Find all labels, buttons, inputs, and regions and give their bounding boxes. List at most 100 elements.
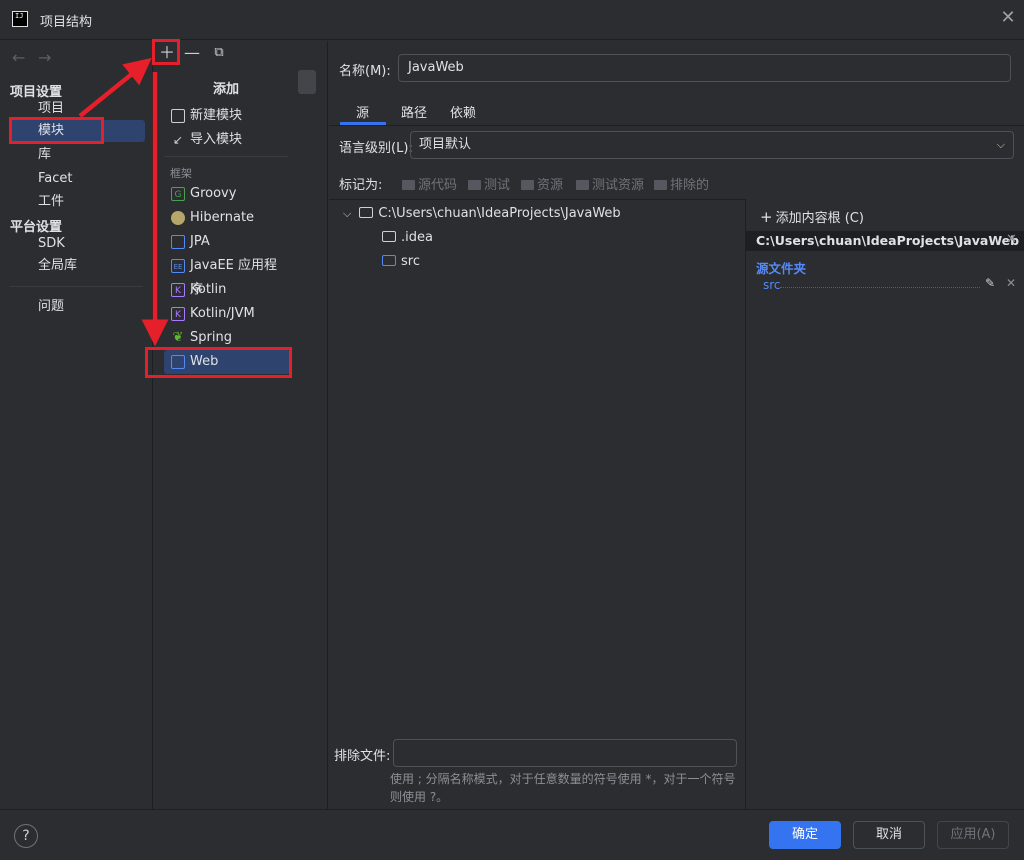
popup-item-javaee[interactable]: EE JavaEE 应用程序 xyxy=(164,254,290,297)
content-root-path: C:\Users\chuan\IdeaProjects\JavaWeb xyxy=(756,233,1020,248)
tree-divider xyxy=(745,199,746,809)
sidebar-item-global-libraries[interactable]: 全局库 xyxy=(10,255,145,277)
popup-item-label: Groovy xyxy=(190,186,237,201)
chevron-down-icon: ⌵ xyxy=(996,138,1005,151)
popup-item-kotlin[interactable]: K Kotlin xyxy=(164,278,290,302)
cancel-button[interactable]: 取消 xyxy=(853,821,925,849)
popup-item-label: JPA xyxy=(190,234,210,249)
mark-sources-button[interactable]: 源代码 xyxy=(402,174,457,193)
folder-icon xyxy=(654,180,667,190)
popup-item-kotlin-jvm[interactable]: K Kotlin/JVM xyxy=(164,302,290,326)
popup-item-groovy[interactable]: G Groovy xyxy=(164,182,290,206)
sidebar-item-facets[interactable]: Facet xyxy=(10,168,145,190)
popup-item-label: 导入模块 xyxy=(190,132,243,147)
tree-item-label: src xyxy=(401,254,420,269)
folder-tree xyxy=(329,199,745,729)
exclude-files-hint: 使用 ; 分隔名称模式，对于任意数量的符号使用 *，对于一个符号则使用 ?。 xyxy=(390,772,736,804)
folder-icon xyxy=(402,180,415,190)
remove-icon[interactable]: ✕ xyxy=(1006,276,1016,290)
exclude-files-input[interactable] xyxy=(393,739,737,767)
mark-test-resources-button[interactable]: 测试资源 xyxy=(576,174,644,193)
spring-icon: ❦ xyxy=(172,330,184,345)
mark-button-label: 测试 xyxy=(484,178,511,193)
language-level-select[interactable]: 项目默认 ⌵ xyxy=(410,131,1014,159)
kotlin-icon: K xyxy=(171,283,185,297)
close-icon[interactable]: ✕ xyxy=(1006,232,1017,247)
popup-item-import-module[interactable]: ↙ 导入模块 xyxy=(164,128,290,152)
popup-item-jpa[interactable]: JPA xyxy=(164,230,290,254)
add-popup-title: 添加 xyxy=(213,82,240,97)
hibernate-icon xyxy=(171,211,185,225)
tab-paths[interactable]: 路径 xyxy=(401,102,427,124)
language-level-value: 项目默认 xyxy=(419,137,472,152)
minus-icon[interactable]: — xyxy=(182,44,202,62)
window-title: 项目结构 xyxy=(40,15,93,30)
tree-item-src[interactable]: src xyxy=(382,251,420,273)
ok-button[interactable]: 确定 xyxy=(769,821,841,849)
module-name-label: 名称(M): xyxy=(339,64,391,79)
language-level-label: 语言级别(L): xyxy=(339,141,413,156)
mark-tests-button[interactable]: 测试 xyxy=(468,174,510,193)
folder-icon xyxy=(576,180,589,190)
groovy-icon: G xyxy=(171,187,185,201)
tree-item-label: .idea xyxy=(401,230,433,245)
arrow-left-icon[interactable]: ← xyxy=(12,48,25,67)
folder-icon xyxy=(359,207,374,218)
tree-root-row[interactable]: ⌵ C:\Users\chuan\IdeaProjects\JavaWeb xyxy=(343,203,621,225)
mark-button-label: 资源 xyxy=(537,178,564,193)
add-content-root-label: 添加内容根 (C) xyxy=(775,211,864,226)
javaee-icon: EE xyxy=(171,259,185,273)
popup-divider xyxy=(164,156,288,157)
popup-item-label: Hibernate xyxy=(190,210,255,225)
exclude-files-label: 排除文件: xyxy=(334,749,391,764)
tab-sources[interactable]: 源 xyxy=(356,102,369,124)
close-icon[interactable]: ✕ xyxy=(998,8,1018,28)
arrow-right-icon[interactable]: → xyxy=(38,48,51,67)
source-folder-icon xyxy=(382,255,396,266)
popup-item-label: Kotlin/JVM xyxy=(190,306,255,321)
popup-item-new-module[interactable]: 新建模块 xyxy=(164,104,290,128)
new-module-icon xyxy=(171,109,185,123)
module-name-input[interactable]: JavaWeb xyxy=(398,54,1011,82)
help-icon[interactable]: ? xyxy=(14,824,38,848)
jpa-icon xyxy=(171,235,185,249)
edit-pencil-icon[interactable]: ✎ xyxy=(985,276,995,290)
folder-icon xyxy=(382,231,396,242)
popup-item-label: Spring xyxy=(190,330,232,345)
sidebar-item-libraries[interactable]: 库 xyxy=(10,144,145,166)
module-list-item[interactable] xyxy=(298,70,316,94)
framework-header: 框架 xyxy=(170,167,192,180)
popup-item-hibernate[interactable]: Hibernate xyxy=(164,206,290,230)
sidebar-divider xyxy=(10,286,143,287)
mark-button-label: 测试资源 xyxy=(592,178,645,193)
source-folder-entry: src xyxy=(763,278,781,292)
sidebar-item-sdk[interactable]: SDK xyxy=(10,233,145,255)
add-content-root-button[interactable]: + 添加内容根 (C) xyxy=(760,207,864,226)
tree-root-label: C:\Users\chuan\IdeaProjects\JavaWeb xyxy=(378,206,621,221)
plus-icon: + xyxy=(760,208,773,226)
folder-icon xyxy=(521,180,534,190)
popup-item-label: 新建模块 xyxy=(190,108,243,123)
mark-resources-button[interactable]: 资源 xyxy=(521,174,563,193)
popup-item-label: Kotlin xyxy=(190,282,227,297)
tree-item-idea[interactable]: .idea xyxy=(382,227,433,249)
mark-button-label: 排除的 xyxy=(670,178,710,193)
apply-button[interactable]: 应用(A) xyxy=(937,821,1009,849)
kotlin-jvm-icon: K xyxy=(171,307,185,321)
annotation-box-modules xyxy=(9,117,104,144)
mark-excluded-button[interactable]: 排除的 xyxy=(654,174,709,193)
tabs-divider xyxy=(329,125,1024,126)
annotation-box-add xyxy=(152,39,180,65)
mark-button-label: 源代码 xyxy=(418,178,458,193)
sidebar-item-artifacts[interactable]: 工件 xyxy=(10,191,145,213)
import-module-icon: ↙ xyxy=(172,133,184,147)
mark-as-label: 标记为: xyxy=(339,178,383,193)
annotation-box-web xyxy=(145,347,292,378)
copy-icon[interactable]: ⧉ xyxy=(209,44,229,62)
sidebar-item-problems[interactable]: 问题 xyxy=(10,296,145,318)
title-bar xyxy=(0,0,1024,40)
app-logo-icon: IJ xyxy=(12,11,28,27)
tab-dependencies[interactable]: 依赖 xyxy=(450,102,476,124)
source-folders-label: 源文件夹 xyxy=(756,261,807,276)
folder-icon xyxy=(468,180,481,190)
